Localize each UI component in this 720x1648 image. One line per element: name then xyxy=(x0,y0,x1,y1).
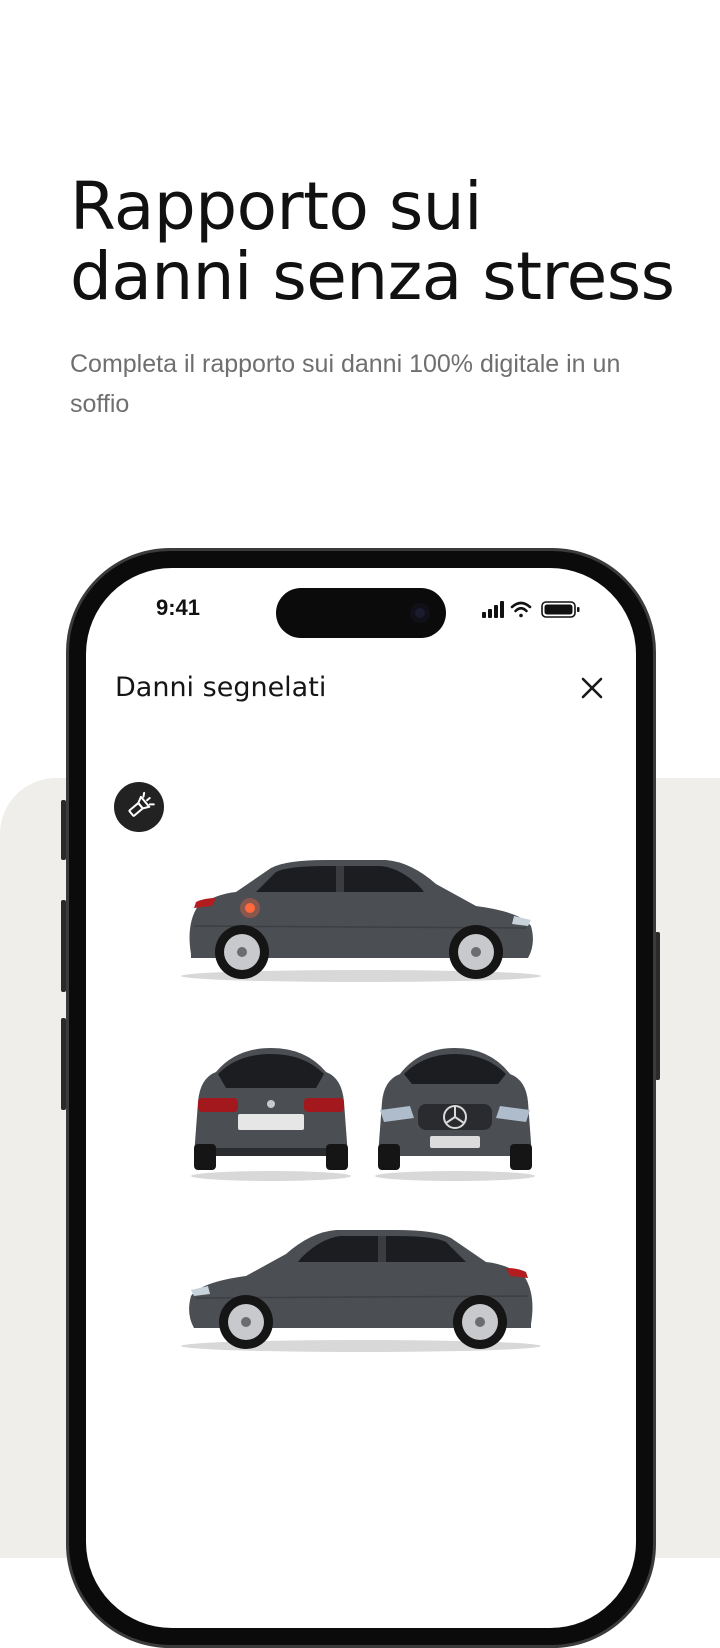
hero-title: Rapporto sui danni senza stress xyxy=(70,172,690,312)
damage-marker xyxy=(245,903,255,913)
flashlight-icon xyxy=(128,791,155,817)
car-rear-view[interactable] xyxy=(186,1044,356,1184)
close-button[interactable] xyxy=(578,674,606,702)
hero-subtitle: Completa il rapporto sui danni 100% digi… xyxy=(70,350,621,418)
battery-icon xyxy=(541,601,580,618)
dynamic-island xyxy=(276,588,446,638)
phone-screen: 9:41 Danni segnelati xyxy=(86,568,636,1628)
camera-icon xyxy=(410,603,430,623)
wifi-icon xyxy=(510,601,532,618)
status-icons xyxy=(482,601,580,618)
hero-title-line-1: Rapporto sui xyxy=(70,168,482,245)
car-side-right-view[interactable] xyxy=(176,854,546,984)
flashlight-button[interactable] xyxy=(114,782,164,832)
cellular-signal-icon xyxy=(482,601,504,618)
close-icon xyxy=(581,677,603,699)
car-side-left-view[interactable] xyxy=(176,1224,546,1354)
screen-title: Danni segnelati xyxy=(115,672,327,703)
hero-title-line-2: danni senza stress xyxy=(70,238,675,315)
status-time: 9:41 xyxy=(156,595,201,620)
car-front-view[interactable] xyxy=(370,1044,540,1184)
